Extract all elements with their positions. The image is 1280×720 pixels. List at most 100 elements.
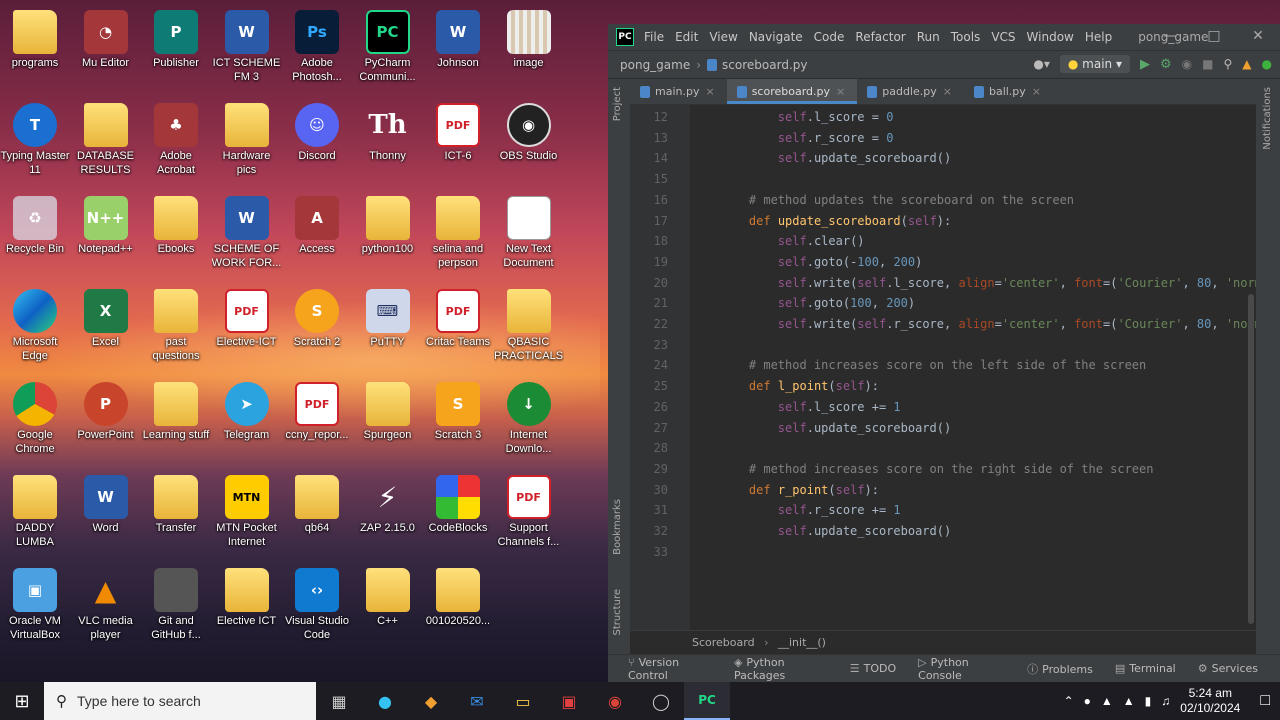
code-editor[interactable]: 12 self.l_score = 0 13 self.r_score = 0 14… (630, 105, 1256, 630)
obs-taskbar-icon[interactable]: ◯ (638, 682, 684, 720)
code-line[interactable]: 24 # method increases score on the left … (630, 355, 1147, 375)
code-line[interactable]: 12 self.l_score = 0 (630, 107, 894, 127)
code-line[interactable]: 33 (630, 542, 668, 562)
desktop-icon[interactable]: ▲ VLC media player (71, 564, 141, 654)
volume-icon[interactable]: ♫ (1161, 694, 1170, 708)
desktop-icon[interactable]: Hardware pics (212, 99, 282, 189)
bookmarks-tool-button[interactable]: Bookmarks (612, 499, 623, 555)
editor-tab[interactable]: main.py × (630, 79, 727, 104)
desktop-icon[interactable]: ⌨ PuTTY (353, 285, 423, 375)
structure-tool-button[interactable]: Structure (612, 589, 623, 636)
desktop-icon[interactable]: selina and perpson (423, 192, 493, 282)
desktop-icon[interactable]: ☺ Discord (282, 99, 352, 189)
close-tab-icon[interactable]: × (1032, 85, 1041, 98)
minimize-icon[interactable]: — (1148, 28, 1192, 44)
desktop-icon[interactable]: ◉ OBS Studio (494, 99, 564, 189)
menu-vcs[interactable]: VCS (991, 30, 1015, 44)
vertical-scrollbar[interactable] (1248, 294, 1254, 624)
menu-file[interactable]: File (644, 30, 664, 44)
desktop-icon[interactable]: 001020520... (423, 564, 493, 654)
user-icon[interactable]: ●▾ (1033, 57, 1050, 71)
code-line[interactable]: 27 self.update_scoreboard() (630, 418, 952, 438)
desktop-icon[interactable]: PC PyCharm Communi... (353, 6, 423, 96)
desktop-icon[interactable]: Git and GitHub f... (141, 564, 211, 654)
code-line[interactable]: 28 (630, 438, 668, 458)
editor-tab[interactable]: scoreboard.py × (726, 79, 858, 104)
desktop-icon[interactable]: S Scratch 3 (423, 378, 493, 468)
notification-icon[interactable]: □ (1260, 692, 1270, 710)
desktop-icon[interactable]: Ebooks (141, 192, 211, 282)
file-explorer-taskbar-icon[interactable]: ▭ (500, 682, 546, 720)
project-tool-button[interactable]: Project (612, 87, 623, 121)
menu-run[interactable]: Run (917, 30, 940, 44)
desktop-icon[interactable]: W Word (71, 471, 141, 561)
desktop-icon[interactable]: Learning stuff (141, 378, 211, 468)
tool-window-version-control[interactable]: ⑂ Version Control (628, 656, 712, 682)
code-line[interactable]: 14 self.update_scoreboard() (630, 148, 952, 168)
desktop-icon[interactable]: PDF ICT-6 (423, 99, 493, 189)
desktop-icon[interactable]: MTN MTN Pocket Internet (212, 471, 282, 561)
desktop-icon[interactable]: ‹› Visual Studio Code (282, 564, 352, 654)
code-line[interactable]: 22 self.write(self.r_score, align='cente… (630, 314, 1256, 334)
microphone-icon[interactable]: ● (1084, 694, 1091, 708)
settings-icon[interactable]: ● (1262, 57, 1272, 71)
desktop-icon[interactable]: Ps Adobe Photosh... (282, 6, 352, 96)
desktop-icon[interactable]: S Scratch 2 (282, 285, 352, 375)
desktop-icon[interactable]: C++ (353, 564, 423, 654)
wifi-icon[interactable]: ▲ (1123, 694, 1135, 708)
code-line[interactable]: 26 self.l_score += 1 (630, 397, 901, 417)
breadcrumb-class[interactable]: Scoreboard (692, 636, 755, 649)
pycharm-taskbar-icon[interactable]: PC (684, 682, 730, 720)
task-view-icon[interactable]: ▦ (316, 682, 362, 720)
desktop-icon[interactable]: Microsoft Edge (0, 285, 70, 375)
menu-edit[interactable]: Edit (675, 30, 698, 44)
chevron-up-icon[interactable]: ⌃ (1064, 694, 1074, 708)
desktop-icon[interactable]: QBASIC PRACTICALS (494, 285, 564, 375)
desktop-icon[interactable]: Google Chrome (0, 378, 70, 468)
close-tab-icon[interactable]: × (705, 85, 714, 98)
updates-icon[interactable]: ▲ (1242, 57, 1251, 71)
edge-taskbar-icon[interactable]: ● (362, 682, 408, 720)
menu-refactor[interactable]: Refactor (855, 30, 905, 44)
desktop-icon[interactable]: DATABASE RESULTS (71, 99, 141, 189)
desktop-icon[interactable]: ⚡ ZAP 2.15.0 (353, 471, 423, 561)
desktop-icon[interactable]: N++ Notepad++ (71, 192, 141, 282)
nav-project[interactable]: pong_game (620, 58, 690, 72)
desktop-icon[interactable]: Spurgeon (353, 378, 423, 468)
coverage-icon[interactable]: ◉ (1182, 57, 1192, 71)
desktop-icon[interactable]: python100 (353, 192, 423, 282)
desktop-icon[interactable]: past questions (141, 285, 211, 375)
code-line[interactable]: 19 self.goto(-100, 200) (630, 252, 923, 272)
desktop-icon[interactable]: ♻ Recycle Bin (0, 192, 70, 282)
menu-tools[interactable]: Tools (951, 30, 981, 44)
code-line[interactable]: 30 def r_point(self): (630, 480, 879, 500)
mail-taskbar-icon[interactable]: ✉ (454, 682, 500, 720)
close-tab-icon[interactable]: × (943, 85, 952, 98)
desktop-icon[interactable]: Elective ICT (212, 564, 282, 654)
code-line[interactable]: 21 self.goto(100, 200) (630, 293, 916, 313)
desktop-icon[interactable]: ➤ Telegram (212, 378, 282, 468)
close-tab-icon[interactable]: × (836, 85, 845, 98)
network-icon[interactable]: ▲ (1101, 694, 1113, 708)
menu-code[interactable]: Code (814, 30, 845, 44)
code-line[interactable]: 31 self.r_score += 1 (630, 500, 901, 520)
desktop-icon[interactable]: DADDY LUMBA (0, 471, 70, 561)
desktop-icon[interactable]: ◔ Mu Editor (71, 6, 141, 96)
search-icon[interactable]: ⚲ (1223, 57, 1232, 71)
menu-window[interactable]: Window (1027, 30, 1074, 44)
tool-window-todo[interactable]: ☰ TODO (850, 662, 896, 675)
code-line[interactable]: 13 self.r_score = 0 (630, 128, 894, 148)
menu-view[interactable]: View (709, 30, 737, 44)
code-line[interactable]: 23 (630, 335, 668, 355)
windows-start-icon[interactable]: ⊞ (0, 691, 44, 712)
close-icon[interactable]: ✕ (1236, 28, 1280, 44)
pdf-taskbar-icon[interactable]: ▣ (546, 682, 592, 720)
stop-icon[interactable]: ■ (1202, 57, 1213, 71)
desktop-icon[interactable]: T Typing Master 11 (0, 99, 70, 189)
code-line[interactable]: 29 # method increases score on the right… (630, 459, 1154, 479)
desktop-icon[interactable]: W Johnson (423, 6, 493, 96)
clock[interactable]: 5:24 am 02/10/2024 (1180, 686, 1240, 716)
desktop-icon[interactable]: PDF Critac Teams (423, 285, 493, 375)
maximize-icon[interactable]: □ (1192, 28, 1236, 44)
menu-help[interactable]: Help (1085, 30, 1112, 44)
